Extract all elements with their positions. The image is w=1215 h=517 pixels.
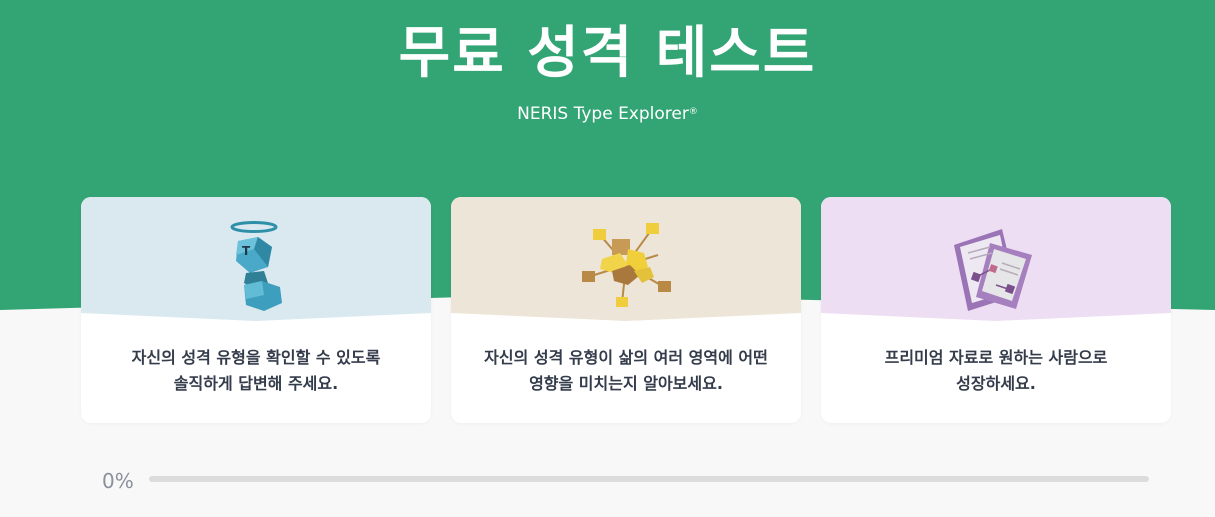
page-title: 무료 성격 테스트 — [398, 21, 817, 86]
page-subtitle: NERIS Type Explorer® — [0, 102, 1215, 126]
card-line-1: 프리미엄 자료로 원하는 사람으로 — [884, 348, 1108, 367]
card-line-2: 솔직하게 답변해 주세요. — [173, 374, 339, 393]
info-card-honesty: T 자신의 성격 유형을 확인할 수 있도록 솔직하게 답변해 주세요. — [81, 197, 431, 423]
card-text: 자신의 성격 유형이 삶의 여러 영역에 어떤 영향을 미치는지 알아보세요. — [461, 345, 791, 397]
registered-mark: ® — [688, 107, 698, 117]
card-text: 프리미엄 자료로 원하는 사람으로 성장하세요. — [831, 345, 1161, 397]
card-line-2: 영향을 미치는지 알아보세요. — [529, 374, 723, 393]
connected-cubes-icon — [582, 223, 671, 307]
subtitle-text: NERIS Type Explorer — [517, 104, 689, 124]
card-line-1: 자신의 성격 유형이 삶의 여러 영역에 어떤 — [484, 348, 768, 367]
info-card-life-areas: 자신의 성격 유형이 삶의 여러 영역에 어떤 영향을 미치는지 알아보세요. — [451, 197, 801, 423]
card-text: 자신의 성격 유형을 확인할 수 있도록 솔직하게 답변해 주세요. — [91, 345, 421, 397]
info-card-premium: 프리미엄 자료로 원하는 사람으로 성장하세요. — [821, 197, 1171, 423]
card-line-1: 자신의 성격 유형을 확인할 수 있도록 — [131, 348, 381, 367]
progress-percent-label: 0% — [102, 469, 134, 493]
svg-text:T: T — [242, 244, 251, 258]
documents-icon — [954, 229, 1032, 311]
progress-bar — [149, 476, 1149, 482]
card-line-2: 성장하세요. — [956, 374, 1036, 393]
cube-figure-halo-icon: T — [230, 221, 282, 311]
